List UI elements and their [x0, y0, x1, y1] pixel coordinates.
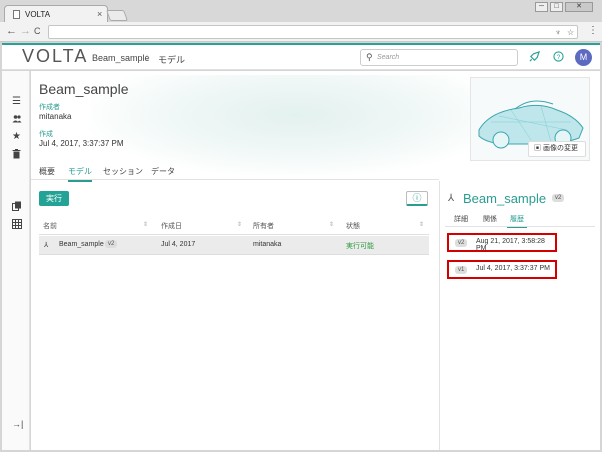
panel-divider — [439, 181, 440, 450]
volta-logo[interactable]: VOLTA — [22, 46, 88, 67]
new-tab-button[interactable] — [105, 10, 129, 21]
tab-overview[interactable]: 概要 — [39, 166, 55, 177]
detail-version-badge: v2 — [552, 194, 565, 202]
sort-icon[interactable]: ⇕ — [143, 221, 148, 228]
users-icon[interactable] — [12, 114, 22, 127]
run-button[interactable]: 実行 — [39, 191, 69, 206]
column-header-status[interactable]: 状態 — [346, 221, 360, 231]
status-badge: 実行可能 — [346, 243, 374, 250]
svg-text:?: ? — [557, 54, 561, 61]
table-header-divider — [39, 234, 429, 235]
column-header-owner-label: 所有者 — [253, 223, 274, 230]
tab-title: VOLTA — [25, 10, 51, 19]
main-content: Beam_sample 作成者 mitanaka 作成 Jul 4, 2017,… — [31, 71, 600, 450]
star-icon[interactable]: ★ — [12, 131, 21, 142]
tab-model[interactable]: モデル — [68, 166, 92, 182]
tab-details[interactable]: 詳細 — [454, 214, 468, 224]
tab-relations[interactable]: 関係 — [483, 214, 497, 224]
detail-tab-divider — [445, 226, 595, 227]
model-icon: ⅄ — [448, 193, 455, 204]
sidebar: ☰ ★ →| — [2, 71, 30, 450]
detail-title: Beam_sample — [463, 191, 547, 206]
bookmark-star-icon[interactable]: ☆ — [567, 28, 574, 37]
model-name[interactable]: Beam_sample — [59, 241, 104, 248]
close-window-button[interactable]: ✕ — [565, 2, 593, 12]
sort-icon[interactable]: ⇕ — [237, 221, 242, 228]
column-header-created-label: 作成日 — [161, 223, 182, 230]
column-header-status-label: 状態 — [346, 223, 360, 230]
app-header: VOLTA Beam_sample › モデル ⚲ Search ? M — [2, 43, 600, 70]
history-date: Aug 21, 2017, 3:58:28 PM — [476, 238, 545, 252]
model-owner: mitanaka — [253, 241, 282, 248]
browser-titlebar: VOLTA × ─ □ ✕ — [0, 0, 602, 22]
column-header-owner[interactable]: 所有者 — [253, 221, 274, 231]
page-icon — [13, 10, 20, 19]
column-header-created[interactable]: 作成日 — [161, 221, 182, 231]
change-image-label: 画像の変更 — [542, 145, 578, 152]
sort-icon[interactable]: ⇕ — [329, 221, 334, 228]
breadcrumb-page: モデル — [158, 55, 186, 65]
created-value: Jul 4, 2017, 3:37:37 PM — [39, 139, 124, 148]
info-icon[interactable]: ⓘ — [406, 191, 428, 206]
author-value: mitanaka — [39, 112, 72, 121]
page-title: Beam_sample — [39, 81, 129, 97]
grid-icon[interactable] — [12, 219, 22, 232]
reload-icon[interactable]: C — [34, 26, 41, 36]
tab-data[interactable]: データ — [151, 166, 175, 177]
copy-icon[interactable] — [12, 201, 22, 214]
search-input[interactable]: ⚲ Search — [360, 49, 518, 66]
column-header-name[interactable]: 名前 — [43, 221, 57, 231]
image-icon: ▣ — [534, 145, 543, 152]
history-item[interactable]: v1 Jul 4, 2017, 3:37:37 PM — [447, 260, 557, 279]
author-label: 作成者 — [39, 104, 60, 111]
table-row[interactable]: ⅄ Beam_sample v2 Jul 4, 2017 mitanaka 実行… — [39, 236, 429, 255]
model-created: Jul 4, 2017 — [161, 241, 196, 248]
rocket-icon[interactable] — [529, 50, 541, 65]
history-version-badge: v2 — [455, 239, 468, 247]
breadcrumb-separator: › — [146, 52, 150, 63]
browser-tab[interactable]: VOLTA × — [4, 5, 108, 22]
created-label: 作成 — [39, 131, 53, 138]
browser-toolbar: ← → C ♆ ☆ ⋮ — [0, 22, 602, 42]
exit-icon[interactable]: →| — [12, 419, 23, 429]
column-header-name-label: 名前 — [43, 223, 57, 230]
change-image-button[interactable]: ▣ 画像の変更 — [528, 141, 586, 157]
minimize-button[interactable]: ─ — [535, 2, 548, 12]
browser-menu-icon[interactable]: ⋮ — [588, 25, 598, 36]
history-item[interactable]: v2 Aug 21, 2017, 3:58:28 PM — [447, 233, 557, 252]
trash-icon[interactable] — [12, 149, 21, 162]
tab-close-icon[interactable]: × — [97, 9, 102, 19]
key-icon[interactable]: ♆ — [555, 28, 561, 37]
breadcrumb-project[interactable]: Beam_sample — [92, 53, 150, 63]
history-date: Jul 4, 2017, 3:37:37 PM — [476, 265, 550, 272]
sort-icon[interactable]: ⇕ — [419, 221, 424, 228]
address-bar[interactable]: ♆ ☆ — [48, 25, 578, 39]
version-badge: v2 — [105, 240, 118, 248]
forward-icon[interactable]: → — [20, 25, 31, 37]
model-icon: ⅄ — [44, 242, 49, 249]
help-icon[interactable]: ? — [553, 51, 564, 65]
tab-bar — [31, 162, 439, 180]
back-icon[interactable]: ← — [6, 25, 17, 37]
list-icon[interactable]: ☰ — [12, 96, 21, 107]
search-icon: ⚲ — [366, 52, 373, 62]
tab-session[interactable]: セッション — [103, 166, 143, 177]
avatar[interactable]: M — [575, 49, 592, 66]
history-version-badge: v1 — [455, 266, 468, 274]
hero-background — [91, 75, 501, 175]
search-placeholder: Search — [377, 54, 400, 61]
maximize-button[interactable]: □ — [550, 2, 563, 12]
version-badge-text: v2 — [105, 240, 118, 248]
